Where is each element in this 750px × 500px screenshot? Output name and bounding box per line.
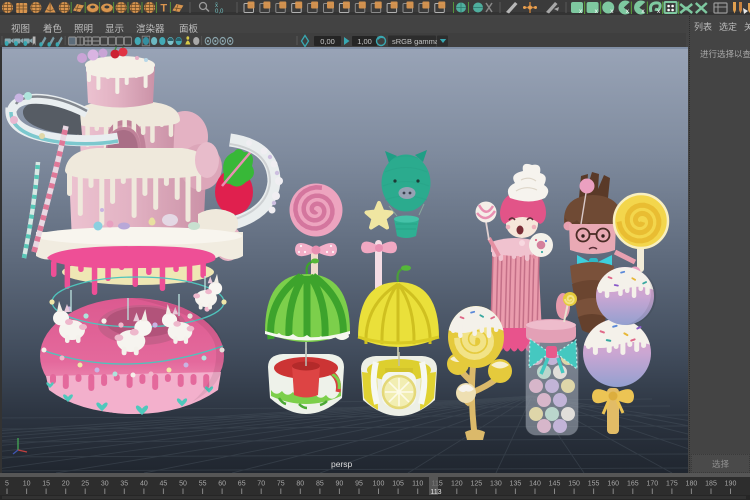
svg-text:125: 125 xyxy=(470,481,482,488)
svg-text:35: 35 xyxy=(120,481,128,488)
svg-text:x: x xyxy=(641,8,645,15)
svg-text:135: 135 xyxy=(510,481,522,488)
svg-text:x: x xyxy=(626,8,630,15)
svg-text:105: 105 xyxy=(392,481,404,488)
svg-text:110: 110 xyxy=(412,481,423,488)
svg-text:0,0: 0,0 xyxy=(215,9,224,15)
svg-text:45: 45 xyxy=(160,481,168,488)
svg-text:10: 10 xyxy=(23,481,31,488)
svg-text:95: 95 xyxy=(355,481,363,488)
svg-text:1,00: 1,00 xyxy=(357,37,372,46)
svg-text:145: 145 xyxy=(549,481,561,488)
svg-text:75: 75 xyxy=(277,481,285,488)
svg-text:60: 60 xyxy=(218,481,226,488)
svg-text:25: 25 xyxy=(81,481,89,488)
svg-text:0,00: 0,00 xyxy=(320,37,335,46)
svg-text:170: 170 xyxy=(646,481,658,488)
svg-text:130: 130 xyxy=(490,481,502,488)
svg-text:155: 155 xyxy=(588,481,600,488)
svg-text:70: 70 xyxy=(257,481,265,488)
svg-text:5: 5 xyxy=(5,481,9,488)
svg-text:15: 15 xyxy=(42,481,50,488)
svg-text:165: 165 xyxy=(627,481,639,488)
svg-text:20: 20 xyxy=(62,481,70,488)
svg-text:65: 65 xyxy=(238,481,246,488)
svg-text:55: 55 xyxy=(199,481,207,488)
svg-text:180: 180 xyxy=(686,481,698,488)
svg-text:30: 30 xyxy=(101,481,109,488)
svg-text:T: T xyxy=(160,3,167,15)
svg-text:50: 50 xyxy=(179,481,187,488)
svg-text:sRGB gamma: sRGB gamma xyxy=(392,37,440,46)
svg-text:85: 85 xyxy=(316,481,324,488)
svg-text:190: 190 xyxy=(725,481,737,488)
svg-text:40: 40 xyxy=(140,481,148,488)
svg-text:100: 100 xyxy=(373,481,385,488)
svg-text:175: 175 xyxy=(666,481,678,488)
svg-text:140: 140 xyxy=(529,481,541,488)
svg-text:185: 185 xyxy=(705,481,717,488)
svg-text:80: 80 xyxy=(296,481,304,488)
svg-text:160: 160 xyxy=(607,481,619,488)
svg-text:150: 150 xyxy=(568,481,580,488)
svg-text:120: 120 xyxy=(451,481,463,488)
svg-text:90: 90 xyxy=(336,481,344,488)
